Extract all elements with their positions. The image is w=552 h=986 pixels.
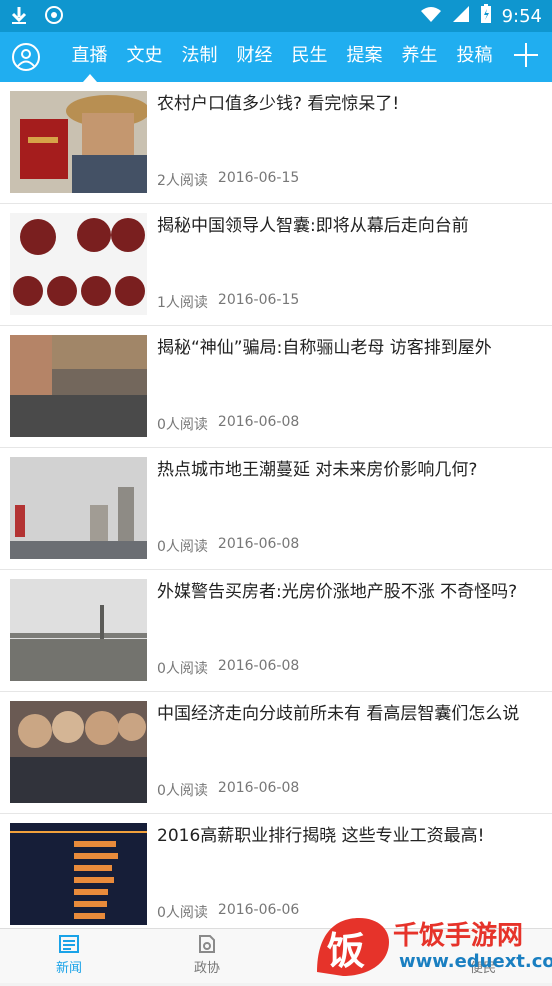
article-thumbnail bbox=[10, 823, 147, 925]
publish-date: 2016-06-15 bbox=[217, 170, 300, 186]
bottom-tab-news[interactable]: 新闻 bbox=[0, 929, 138, 983]
publish-date: 2016-06-08 bbox=[217, 658, 300, 674]
tab-proposals[interactable]: 提案 bbox=[337, 32, 392, 82]
article-title: 农村户口值多少钱? 看完惊呆了! bbox=[157, 94, 400, 114]
watermark-logo: 饭 千饭手游网 www.eduext.com bbox=[307, 910, 552, 982]
publish-date: 2016-06-08 bbox=[217, 414, 300, 430]
tab-health[interactable]: 养生 bbox=[392, 32, 447, 82]
status-bar: 9:54 bbox=[0, 0, 552, 32]
publish-date: 2016-06-08 bbox=[217, 780, 300, 796]
article-thumbnail bbox=[10, 91, 147, 193]
list-item[interactable]: 中国经济走向分歧前所未有 看高层智囊们怎么说 0人阅读 2016-06-08 bbox=[0, 692, 552, 814]
publish-date: 2016-06-15 bbox=[217, 292, 300, 308]
tab-finance[interactable]: 财经 bbox=[227, 32, 282, 82]
article-list: 农村户口值多少钱? 看完惊呆了! 2人阅读 2016-06-15 揭秘中国领导人… bbox=[0, 82, 552, 928]
tab-history[interactable]: 文史 bbox=[117, 32, 172, 82]
tab-submit[interactable]: 投稿 bbox=[447, 32, 502, 82]
read-count: 2人阅读 bbox=[157, 173, 208, 189]
list-item[interactable]: 揭秘“神仙”骗局:自称骊山老母 访客排到屋外 0人阅读 2016-06-08 bbox=[0, 326, 552, 448]
tab-live[interactable]: 直播 bbox=[62, 32, 117, 82]
bottom-tab-label: 新闻 bbox=[55, 961, 82, 976]
news-icon bbox=[58, 933, 80, 955]
top-nav: 直播 文史 法制 财经 民生 提案 养生 投稿 bbox=[0, 32, 552, 82]
list-item[interactable]: 农村户口值多少钱? 看完惊呆了! 2人阅读 2016-06-15 bbox=[0, 82, 552, 204]
channel-tabs: 直播 文史 法制 财经 民生 提案 养生 投稿 bbox=[62, 32, 502, 82]
download-icon bbox=[10, 5, 28, 29]
status-time: 9:54 bbox=[501, 6, 542, 27]
list-item[interactable]: 外媒警告买房者:光房价涨地产股不涨 不奇怪吗? 0人阅读 2016-06-08 bbox=[0, 570, 552, 692]
svg-text:饭: 饭 bbox=[327, 929, 365, 973]
read-count: 0人阅读 bbox=[157, 417, 208, 433]
app-icon bbox=[44, 5, 64, 29]
list-item[interactable]: 揭秘中国领导人智囊:即将从幕后走向台前 1人阅读 2016-06-15 bbox=[0, 204, 552, 326]
add-channel-icon[interactable] bbox=[512, 41, 540, 69]
tab-livelihood[interactable]: 民生 bbox=[282, 32, 337, 82]
article-title: 揭秘“神仙”骗局:自称骊山老母 访客排到屋外 bbox=[157, 338, 492, 358]
article-title: 中国经济走向分歧前所未有 看高层智囊们怎么说 bbox=[157, 704, 520, 724]
publish-date: 2016-06-06 bbox=[217, 902, 300, 918]
article-thumbnail bbox=[10, 701, 147, 803]
read-count: 0人阅读 bbox=[157, 905, 208, 921]
bottom-tab-cppcc[interactable]: 政协 bbox=[138, 929, 276, 983]
article-title: 2016高薪职业排行揭晓 这些专业工资最高! bbox=[157, 826, 485, 846]
article-title: 揭秘中国领导人智囊:即将从幕后走向台前 bbox=[157, 216, 469, 236]
cppcc-icon bbox=[196, 933, 218, 955]
wifi-icon bbox=[420, 5, 442, 28]
read-count: 1人阅读 bbox=[157, 295, 208, 311]
signal-icon bbox=[452, 5, 470, 28]
read-count: 0人阅读 bbox=[157, 661, 208, 677]
tab-law[interactable]: 法制 bbox=[172, 32, 227, 82]
bottom-tab-label: 政协 bbox=[193, 961, 220, 976]
list-item[interactable]: 热点城市地王潮蔓延 对未来房价影响几何? 0人阅读 2016-06-08 bbox=[0, 448, 552, 570]
publish-date: 2016-06-08 bbox=[217, 536, 300, 552]
battery-icon bbox=[480, 4, 492, 29]
article-thumbnail bbox=[10, 579, 147, 681]
article-title: 热点城市地王潮蔓延 对未来房价影响几何? bbox=[157, 460, 478, 480]
read-count: 0人阅读 bbox=[157, 783, 208, 799]
svg-text:www.eduext.com: www.eduext.com bbox=[399, 951, 552, 972]
profile-icon[interactable] bbox=[12, 43, 40, 71]
article-title: 外媒警告买房者:光房价涨地产股不涨 不奇怪吗? bbox=[157, 582, 518, 602]
svg-text:千饭手游网: 千饭手游网 bbox=[393, 921, 523, 951]
read-count: 0人阅读 bbox=[157, 539, 208, 555]
article-thumbnail bbox=[10, 213, 147, 315]
article-thumbnail bbox=[10, 335, 147, 437]
article-thumbnail bbox=[10, 457, 147, 559]
